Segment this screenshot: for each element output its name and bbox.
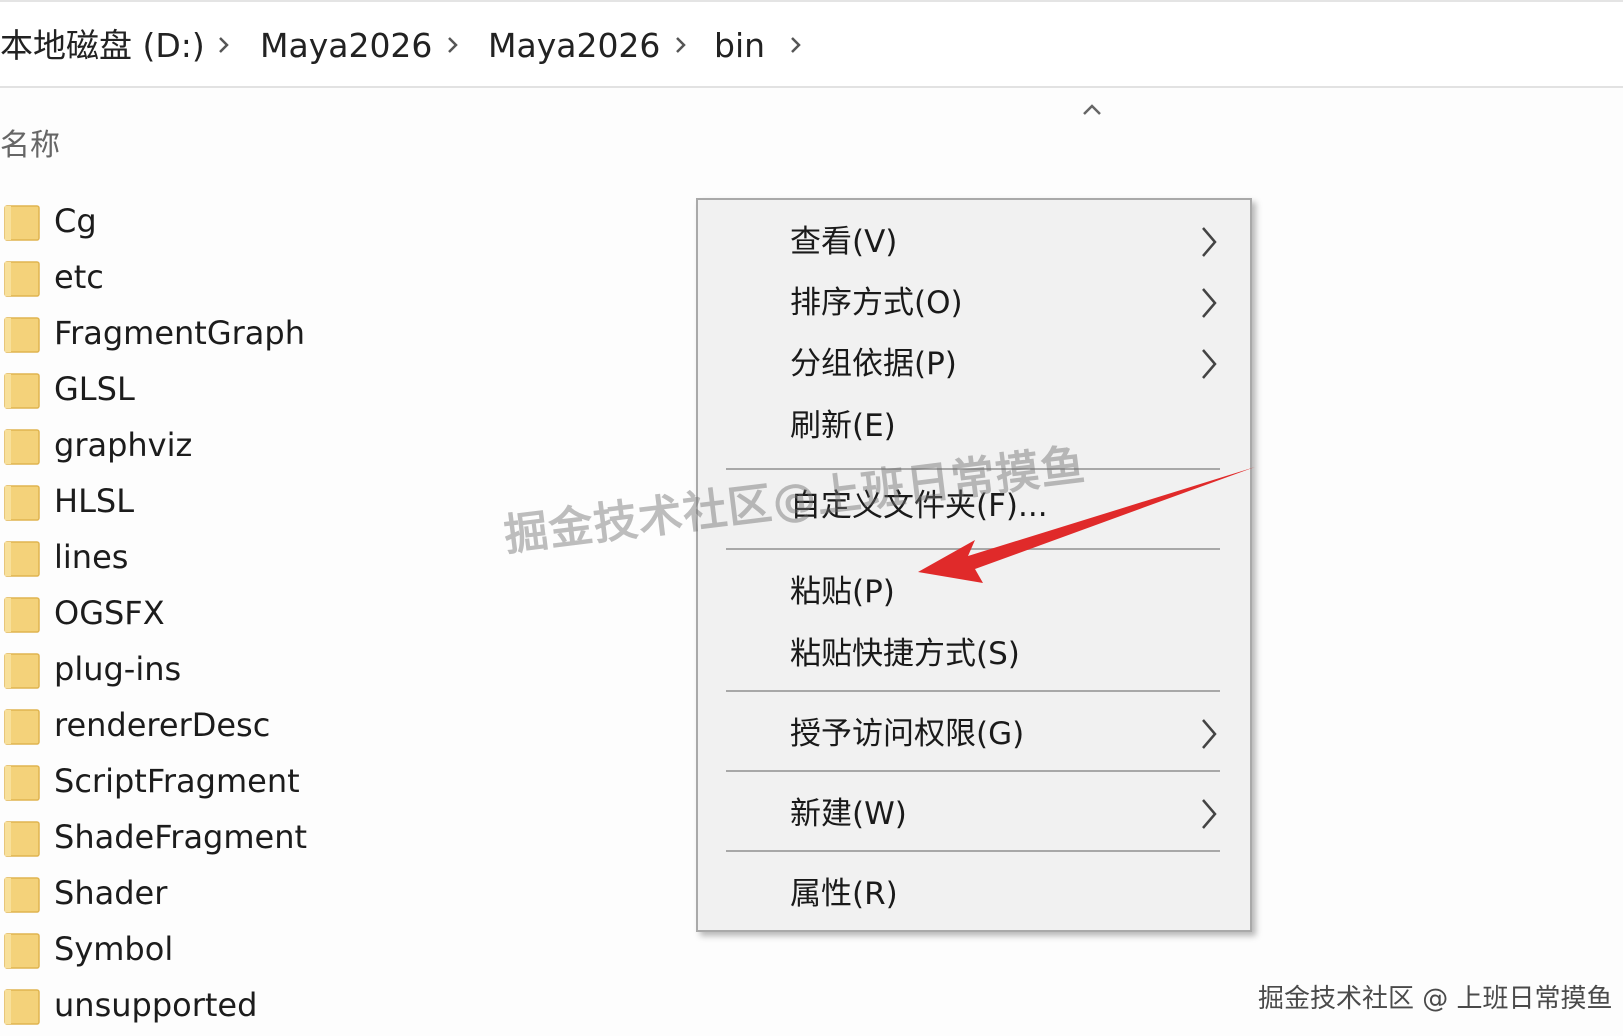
folder-icon [4, 762, 40, 802]
folder-name: Symbol [54, 930, 174, 968]
list-item[interactable]: Symbol [0, 924, 640, 980]
folder-name: etc [54, 258, 104, 296]
folder-icon [4, 258, 40, 298]
list-item[interactable]: unsupported [0, 980, 640, 1036]
menu-item-properties[interactable]: 属性(R) [698, 866, 1250, 922]
folder-name: OGSFX [54, 594, 165, 632]
menu-label: 刷新(E) [790, 408, 896, 444]
folder-icon [4, 370, 40, 410]
menu-label: 粘贴快捷方式(S) [790, 636, 1020, 672]
menu-item-view[interactable]: 查看(V) [698, 214, 1250, 270]
folder-icon [4, 706, 40, 746]
folder-icon [4, 594, 40, 634]
folder-name: Cg [54, 202, 97, 240]
menu-label: 粘贴(P) [790, 574, 895, 610]
list-item[interactable]: FragmentGraph [0, 308, 640, 364]
chevron-right-icon [1200, 224, 1218, 260]
folder-name: ScriptFragment [54, 762, 300, 800]
menu-item-group-by[interactable]: 分组依据(P) [698, 336, 1250, 392]
list-item[interactable]: rendererDesc [0, 700, 640, 756]
menu-separator [726, 770, 1220, 772]
list-item[interactable]: Cg [0, 196, 640, 252]
sort-ascending-icon[interactable] [1080, 102, 1104, 118]
folder-icon [4, 986, 40, 1026]
context-menu: 查看(V) 排序方式(O) 分组依据(P) 刷新(E) 自定义文件夹(F)...… [696, 198, 1252, 932]
folder-name: HLSL [54, 482, 135, 520]
folder-icon [4, 930, 40, 970]
folder-name: graphviz [54, 426, 193, 464]
folder-name: GLSL [54, 370, 135, 408]
menu-separator [726, 690, 1220, 692]
folder-icon [4, 426, 40, 466]
list-item[interactable]: graphviz [0, 420, 640, 476]
folder-name: unsupported [54, 986, 258, 1024]
menu-separator [726, 548, 1220, 550]
folder-icon [4, 482, 40, 522]
menu-item-sort-by[interactable]: 排序方式(O) [698, 275, 1250, 331]
folder-name: Shader [54, 874, 168, 912]
folder-name: FragmentGraph [54, 314, 305, 352]
list-item[interactable]: ScriptFragment [0, 756, 640, 812]
chevron-right-icon [1200, 346, 1218, 382]
folder-icon [4, 538, 40, 578]
chevron-right-icon[interactable] [447, 30, 459, 60]
list-item[interactable]: GLSL [0, 364, 640, 420]
menu-label: 排序方式(O) [790, 285, 963, 321]
menu-label: 属性(R) [790, 876, 898, 912]
breadcrumb-bin[interactable]: bin [714, 24, 765, 68]
menu-label: 新建(W) [790, 796, 907, 832]
folder-icon [4, 874, 40, 914]
menu-item-give-access[interactable]: 授予访问权限(G) [698, 706, 1250, 762]
breadcrumb-maya2026-sub[interactable]: Maya2026 [488, 24, 660, 68]
folder-name: ShadeFragment [54, 818, 308, 856]
list-item[interactable]: OGSFX [0, 588, 640, 644]
list-item[interactable]: Shader [0, 868, 640, 924]
folder-icon [4, 314, 40, 354]
folder-name: rendererDesc [54, 706, 271, 744]
menu-label: 分组依据(P) [790, 346, 957, 382]
folder-icon [4, 818, 40, 858]
menu-separator [726, 850, 1220, 852]
column-header-row: 名称 [0, 96, 1623, 186]
menu-item-new[interactable]: 新建(W) [698, 786, 1250, 842]
chevron-right-icon [1200, 796, 1218, 832]
chevron-right-icon[interactable] [218, 30, 230, 60]
chevron-right-icon [1200, 716, 1218, 752]
list-item[interactable]: plug-ins [0, 644, 640, 700]
menu-label: 授予访问权限(G) [790, 716, 1025, 752]
address-bar[interactable]: 本地磁盘 (D:) Maya2026 Maya2026 bin [0, 0, 1623, 88]
folder-icon [4, 202, 40, 242]
name-column-header[interactable]: 名称 [0, 120, 60, 164]
breadcrumb-local-disk[interactable]: 本地磁盘 (D:) [0, 24, 205, 68]
list-item[interactable]: ShadeFragment [0, 812, 640, 868]
chevron-right-icon [1200, 285, 1218, 321]
folder-icon [4, 650, 40, 690]
watermark-corner-text: 掘金技术社区 @ 上班日常摸鱼 [1258, 984, 1613, 1014]
chevron-right-icon[interactable] [790, 30, 802, 60]
menu-item-paste[interactable]: 粘贴(P) [698, 564, 1250, 620]
breadcrumb-maya2026[interactable]: Maya2026 [260, 24, 432, 68]
list-item[interactable]: etc [0, 252, 640, 308]
menu-label: 查看(V) [790, 224, 898, 260]
chevron-right-icon[interactable] [675, 30, 687, 60]
folder-name: lines [54, 538, 129, 576]
menu-item-paste-shortcut[interactable]: 粘贴快捷方式(S) [698, 626, 1250, 682]
folder-name: plug-ins [54, 650, 182, 688]
